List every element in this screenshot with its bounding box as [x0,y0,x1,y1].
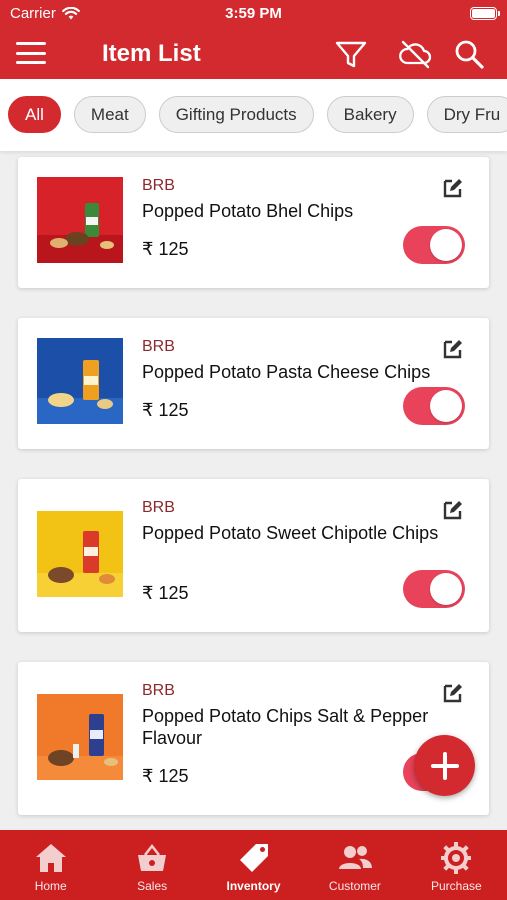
basket-icon [138,843,167,871]
tab-label: Inventory [226,879,281,893]
item-name: Popped Potato Chips Salt & Pepper Flavou… [142,706,429,748]
edit-icon[interactable] [442,682,464,704]
page-title: Item List [102,40,201,67]
product-image [37,177,123,263]
edit-icon[interactable] [442,177,464,199]
product-image [37,694,123,780]
clock: 3:59 PM [225,5,282,22]
edit-icon[interactable] [442,499,464,521]
product-image [37,511,123,597]
home-icon [35,844,66,872]
edit-icon[interactable] [442,338,464,360]
category-chip-bakery[interactable]: Bakery [326,96,414,133]
menu-icon[interactable] [16,42,46,64]
availability-toggle[interactable] [403,387,465,425]
item-price: ₹ 125 [142,583,189,603]
tab-sales[interactable]: Sales [101,830,202,900]
tab-customer[interactable]: Customer [304,830,405,900]
nav-bar: Item List [0,28,507,79]
tab-inventory[interactable]: Inventory [203,830,304,900]
category-chip-meat[interactable]: Meat [73,96,146,133]
product-image [37,338,123,424]
add-item-button[interactable] [414,735,475,796]
category-chip-gifting-products[interactable]: Gifting Products [158,96,314,133]
bottom-tab-bar: Home Sales Inventory Customer Purchase [0,830,507,900]
category-chip-dry-fruits[interactable]: Dry Fru [426,96,507,133]
search-icon[interactable] [452,37,486,71]
item-card[interactable]: BRB Popped Potato Sweet Chipotle Chips ₹… [18,479,489,632]
item-card[interactable]: BRB Popped Potato Chips Salt & Pepper Fl… [18,662,489,815]
item-name: Popped Potato Sweet Chipotle Chips [142,523,439,543]
category-chip-all[interactable]: All [8,96,61,133]
people-icon [338,846,372,869]
item-name: Popped Potato Bhel Chips [142,201,354,221]
cloud-off-icon[interactable] [398,37,432,71]
availability-toggle[interactable] [403,226,465,264]
filter-icon[interactable] [334,37,368,71]
item-brand: BRB [142,338,175,355]
item-brand: BRB [142,177,175,194]
item-price: ₹ 125 [142,766,189,786]
item-list[interactable]: BRB Popped Potato Bhel Chips ₹ 125 BRB P… [0,151,507,830]
item-brand: BRB [142,499,175,516]
status-bar: Carrier 3:59 PM [0,0,507,28]
category-filter-bar: All Meat Gifting Products Bakery Dry Fru [0,79,507,151]
item-name: Popped Potato Pasta Cheese Chips [142,362,431,382]
tab-label: Customer [328,879,381,893]
item-brand: BRB [142,682,175,699]
item-price: ₹ 125 [142,400,189,420]
plus-icon [430,751,459,780]
gear-icon [441,842,472,874]
tab-label: Purchase [430,879,482,893]
availability-toggle[interactable] [403,570,465,608]
item-card[interactable]: BRB Popped Potato Pasta Cheese Chips ₹ 1… [18,318,489,449]
tag-icon [239,844,268,872]
tab-label: Sales [137,879,168,893]
tab-purchase[interactable]: Purchase [406,830,507,900]
app-header: Carrier 3:59 PM Item List [0,0,507,79]
item-card[interactable]: BRB Popped Potato Bhel Chips ₹ 125 [18,157,489,288]
item-price: ₹ 125 [142,239,189,259]
battery-icon [470,7,500,20]
tab-home[interactable]: Home [0,830,101,900]
tab-label: Home [34,879,67,893]
